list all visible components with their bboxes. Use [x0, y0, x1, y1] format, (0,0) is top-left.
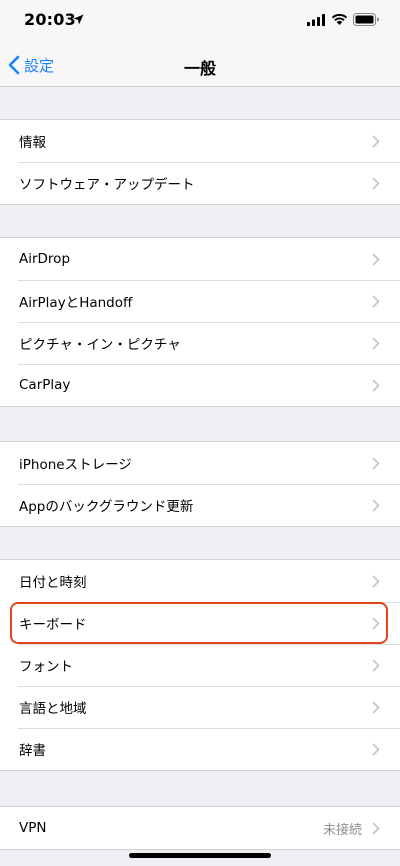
settings-row-airplay-handoff[interactable]: AirPlayとHandoff [0, 280, 400, 322]
chevron-right-icon [372, 701, 380, 713]
chevron-right-icon [372, 659, 380, 671]
chevron-right-icon [372, 295, 380, 307]
navigation-bar: 設定 一般 [0, 44, 400, 87]
chevron-right-icon [372, 337, 380, 349]
row-label: ピクチャ・イン・ピクチャ [19, 337, 181, 353]
page-title: 一般 [183, 59, 216, 78]
settings-group: 情報 ソフトウェア・アップデート [0, 119, 400, 205]
settings-row-vpn[interactable]: VPN 未接続 [0, 807, 400, 849]
chevron-right-icon [372, 617, 380, 629]
settings-row-picture-in-picture[interactable]: ピクチャ・イン・ピクチャ [0, 322, 400, 364]
chevron-right-icon [372, 499, 380, 511]
settings-group: AirDrop AirPlayとHandoff ピクチャ・イン・ピクチャ Car… [0, 237, 400, 407]
row-label: 辞書 [19, 743, 46, 759]
settings-row-iphone-storage[interactable]: iPhoneストレージ [0, 442, 400, 484]
chevron-right-icon [372, 253, 380, 265]
chevron-right-icon [372, 457, 380, 469]
chevron-right-icon [372, 822, 380, 834]
row-label: 言語と地域 [19, 701, 87, 717]
settings-group: VPN 未接続 [0, 806, 400, 850]
status-bar: 20:03 [0, 0, 400, 44]
settings-row-about[interactable]: 情報 [0, 120, 400, 162]
settings-row-carplay[interactable]: CarPlay [0, 364, 400, 406]
row-label: キーボード [19, 617, 87, 633]
row-label: ソフトウェア・アップデート [19, 177, 195, 193]
signal-icon [307, 14, 325, 26]
battery-icon [353, 13, 379, 26]
chevron-right-icon [372, 575, 380, 587]
location-arrow-icon [73, 14, 84, 25]
chevron-right-icon [372, 177, 380, 189]
row-label: Appのバックグラウンド更新 [19, 499, 194, 515]
row-label: CarPlay [19, 377, 71, 393]
settings-row-dictionary[interactable]: 辞書 [0, 728, 400, 770]
wifi-icon [331, 13, 348, 25]
settings-row-fonts[interactable]: フォント [0, 644, 400, 686]
settings-row-date-time[interactable]: 日付と時刻 [0, 560, 400, 602]
settings-row-keyboard[interactable]: キーボード [0, 602, 400, 644]
status-time: 20:03 [24, 10, 76, 29]
settings-row-background-app-refresh[interactable]: Appのバックグラウンド更新 [0, 484, 400, 526]
settings-group: iPhoneストレージ Appのバックグラウンド更新 [0, 441, 400, 527]
row-label: AirPlayとHandoff [19, 295, 133, 311]
chevron-right-icon [372, 743, 380, 755]
home-indicator[interactable] [129, 853, 271, 858]
settings-row-airdrop[interactable]: AirDrop [0, 238, 400, 280]
chevron-right-icon [372, 379, 380, 391]
row-label: 情報 [19, 135, 46, 151]
vpn-status-value: 未接続 [322, 822, 362, 838]
row-label: AirDrop [19, 251, 71, 267]
settings-row-language-region[interactable]: 言語と地域 [0, 686, 400, 728]
settings-group: 日付と時刻 キーボード フォント 言語と地域 辞書 [0, 559, 400, 771]
settings-row-software-update[interactable]: ソフトウェア・アップデート [0, 162, 400, 204]
row-label: 日付と時刻 [19, 575, 87, 591]
settings-general-screen: 20:03 設定 一般 情報 ソフトウェア・アップデート AirDrop Air… [0, 0, 400, 866]
row-label: フォント [19, 659, 73, 675]
chevron-right-icon [372, 135, 380, 147]
row-label: VPN [19, 820, 47, 836]
row-label: iPhoneストレージ [19, 457, 132, 473]
